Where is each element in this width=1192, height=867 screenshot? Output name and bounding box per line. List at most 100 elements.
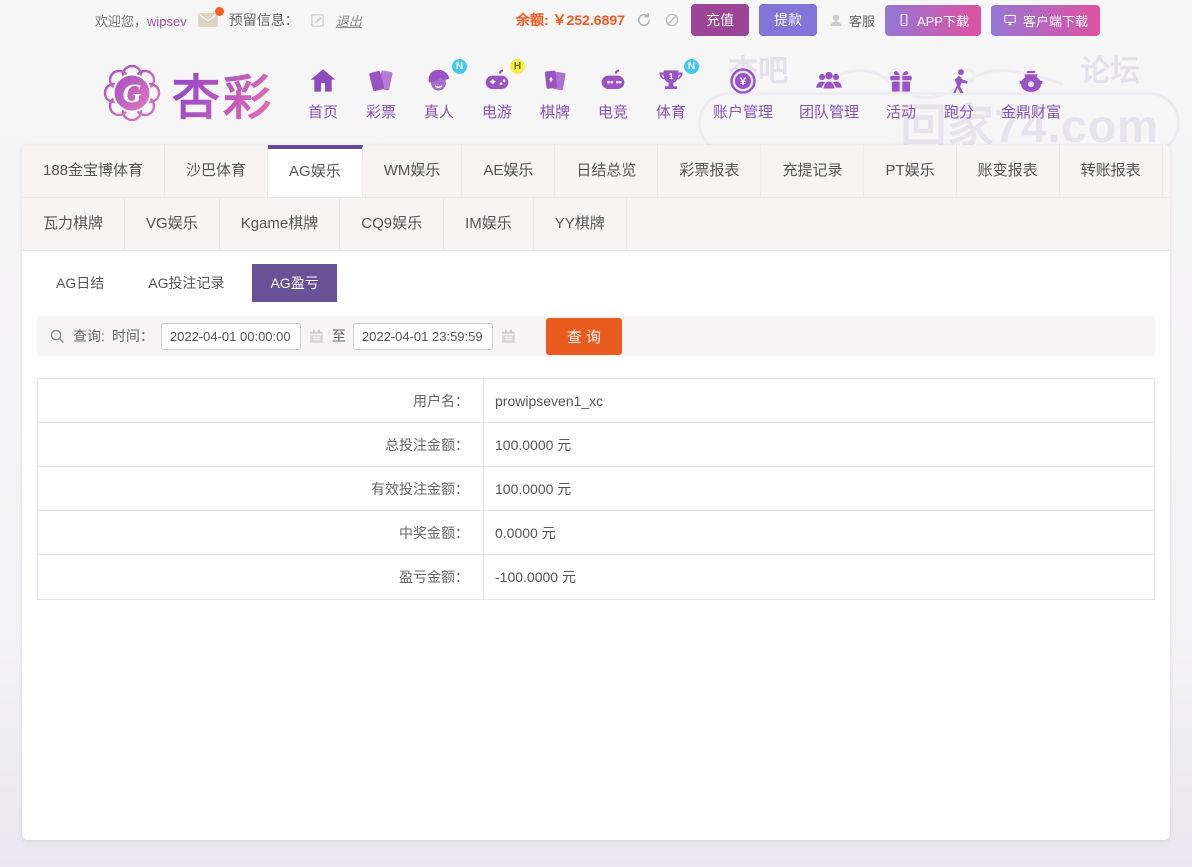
row-value: 0.0000 元 [484, 511, 556, 554]
nav-item[interactable]: 彩票 [365, 63, 397, 122]
main-tab-label: AG娱乐 [289, 163, 341, 180]
main-tab[interactable]: VG娱乐 [125, 198, 220, 250]
end-time-input[interactable] [353, 323, 493, 350]
row-label: 用户名： [38, 379, 484, 422]
hide-balance-eye-icon[interactable] [663, 11, 681, 29]
main-tab[interactable]: PT娱乐 [864, 145, 956, 197]
mail-icon[interactable] [197, 12, 219, 28]
site-logo[interactable]: G 杏彩 [100, 58, 274, 128]
tabs-row-2: 瓦力棋牌 VG娱乐 Kgame棋牌 CQ9娱乐 IM娱乐 [22, 198, 1170, 250]
nav-item[interactable]: 活动 [885, 63, 917, 122]
main-tab-label: 账变报表 [978, 162, 1038, 179]
nav-item[interactable]: ¥ 账户管理 [713, 63, 773, 122]
main-tab-label: Kgame棋牌 [241, 215, 319, 232]
sub-tab[interactable]: AG日结 [40, 264, 120, 302]
table-row: 盈亏金额： -100.0000 元 [38, 555, 1154, 599]
treasure-icon [1015, 65, 1047, 97]
main-tab-label: CQ9娱乐 [361, 215, 422, 232]
topbar-right: 余额: ￥252.6897 充值 提款 客服 APP下载 客户端下载 [506, 4, 1100, 36]
main-tab-label: 沙巴体育 [186, 162, 246, 179]
nav-item[interactable]: 电竞 [597, 63, 629, 122]
nav-item-label: 彩票 [366, 101, 396, 122]
main-tab[interactable]: 188金宝博体育 [22, 145, 165, 197]
main-tab[interactable]: Kgame棋牌 [220, 198, 341, 250]
main-tab-label: 转账报表 [1081, 162, 1141, 179]
main-tab[interactable]: CQ9娱乐 [340, 198, 444, 250]
topbar-left: 欢迎您，wipsev 预留信息： 退出 [95, 10, 372, 30]
recharge-button[interactable]: 充值 [691, 4, 749, 36]
calendar-icon[interactable] [500, 328, 517, 345]
welcome-text: 欢迎您，wipsev [95, 11, 187, 30]
main-tab[interactable]: 返点总额 [1163, 145, 1170, 197]
svg-text:G: G [123, 79, 142, 108]
main-tab[interactable]: 日结总览 [555, 145, 658, 197]
start-time-input[interactable] [161, 323, 301, 350]
nav-item-label: 团队管理 [799, 101, 859, 122]
phone-icon [897, 13, 911, 27]
nav-badge: H [510, 59, 525, 74]
main-tab[interactable]: IM娱乐 [444, 198, 534, 250]
query-label: 查询: [73, 326, 105, 346]
profit-loss-table: 用户名： prowipseven1_xc 总投注金额： 100.0000 元 有… [37, 378, 1155, 600]
client-download-button[interactable]: 客户端下载 [991, 5, 1100, 36]
main-tab[interactable]: YY棋牌 [534, 198, 627, 250]
nav-item[interactable]: N 真人 [423, 63, 455, 122]
nav-item[interactable]: 首页 [307, 63, 339, 122]
nav-badge: N [684, 59, 699, 74]
nav-item-label: 电竞 [598, 101, 628, 122]
nav-item-label: 棋牌 [540, 101, 570, 122]
nav-item[interactable]: 跑分 [943, 63, 975, 122]
main-nav: 首页 彩票 N 真人 H [294, 63, 1074, 122]
main-tab-label: 日结总览 [576, 162, 636, 179]
main-tab[interactable]: 彩票报表 [658, 145, 761, 197]
main-tab[interactable]: 沙巴体育 [165, 145, 268, 197]
main-tab-label: WM娱乐 [384, 162, 441, 179]
app-download-button[interactable]: APP下载 [885, 5, 981, 36]
cards-icon [539, 65, 571, 97]
svg-text:¥: ¥ [740, 76, 747, 88]
sub-tab[interactable]: AG投注记录 [132, 264, 240, 302]
row-value: 100.0000 元 [484, 423, 571, 466]
row-label: 总投注金额： [38, 423, 484, 466]
main-tab-label: VG娱乐 [146, 215, 198, 232]
main-tab[interactable]: AE娱乐 [462, 145, 555, 197]
main-tab-label: YY棋牌 [555, 215, 605, 232]
row-label: 中奖金额： [38, 511, 484, 554]
customer-service-link[interactable]: 客服 [827, 11, 875, 30]
unread-dot [215, 7, 224, 16]
query-submit-button[interactable]: 查 询 [546, 318, 622, 355]
nav-item[interactable]: 1 N 体育 [655, 63, 687, 122]
gift-icon [885, 65, 917, 97]
main-tab[interactable]: 转账报表 [1060, 145, 1163, 197]
main-tab[interactable]: 充提记录 [761, 145, 864, 197]
monitor-icon [1003, 13, 1017, 27]
edit-icon[interactable] [309, 12, 326, 29]
sub-tab-label: AG投注记录 [148, 275, 224, 291]
content-card: 188金宝博体育 沙巴体育 AG娱乐 WM娱乐 AE娱乐 [22, 145, 1170, 840]
svg-text:1: 1 [669, 71, 674, 81]
main-tab[interactable]: 瓦力棋牌 [22, 198, 125, 250]
nav-item[interactable]: 金鼎财富 [1001, 63, 1061, 122]
nav-item[interactable]: 棋牌 [539, 63, 571, 122]
home-icon [307, 65, 339, 97]
nav-item-label: 活动 [886, 101, 916, 122]
main-tab[interactable]: 账变报表 [957, 145, 1060, 197]
nav-item[interactable]: H 电游 [481, 63, 513, 122]
table-row: 用户名： prowipseven1_xc [38, 379, 1154, 423]
tabs-row-1: 188金宝博体育 沙巴体育 AG娱乐 WM娱乐 AE娱乐 [22, 145, 1170, 198]
main-tab[interactable]: WM娱乐 [363, 145, 463, 197]
gamepad-icon [481, 65, 513, 97]
withdraw-button[interactable]: 提款 [759, 4, 817, 36]
nav-item[interactable]: 团队管理 [799, 63, 859, 122]
main-tab-label: 充提记录 [782, 162, 842, 179]
sub-tab[interactable]: AG盈亏 [252, 264, 336, 302]
customer-service-label: 客服 [849, 11, 875, 30]
calendar-icon[interactable] [308, 328, 325, 345]
refresh-icon[interactable] [635, 11, 653, 29]
live-person-icon [423, 65, 455, 97]
to-label: 至 [332, 326, 346, 346]
main-tab[interactable]: AG娱乐 [268, 145, 363, 197]
nav-item-label: 电游 [482, 101, 512, 122]
logout-link[interactable]: 退出 [336, 11, 362, 30]
row-value: -100.0000 元 [484, 555, 576, 599]
